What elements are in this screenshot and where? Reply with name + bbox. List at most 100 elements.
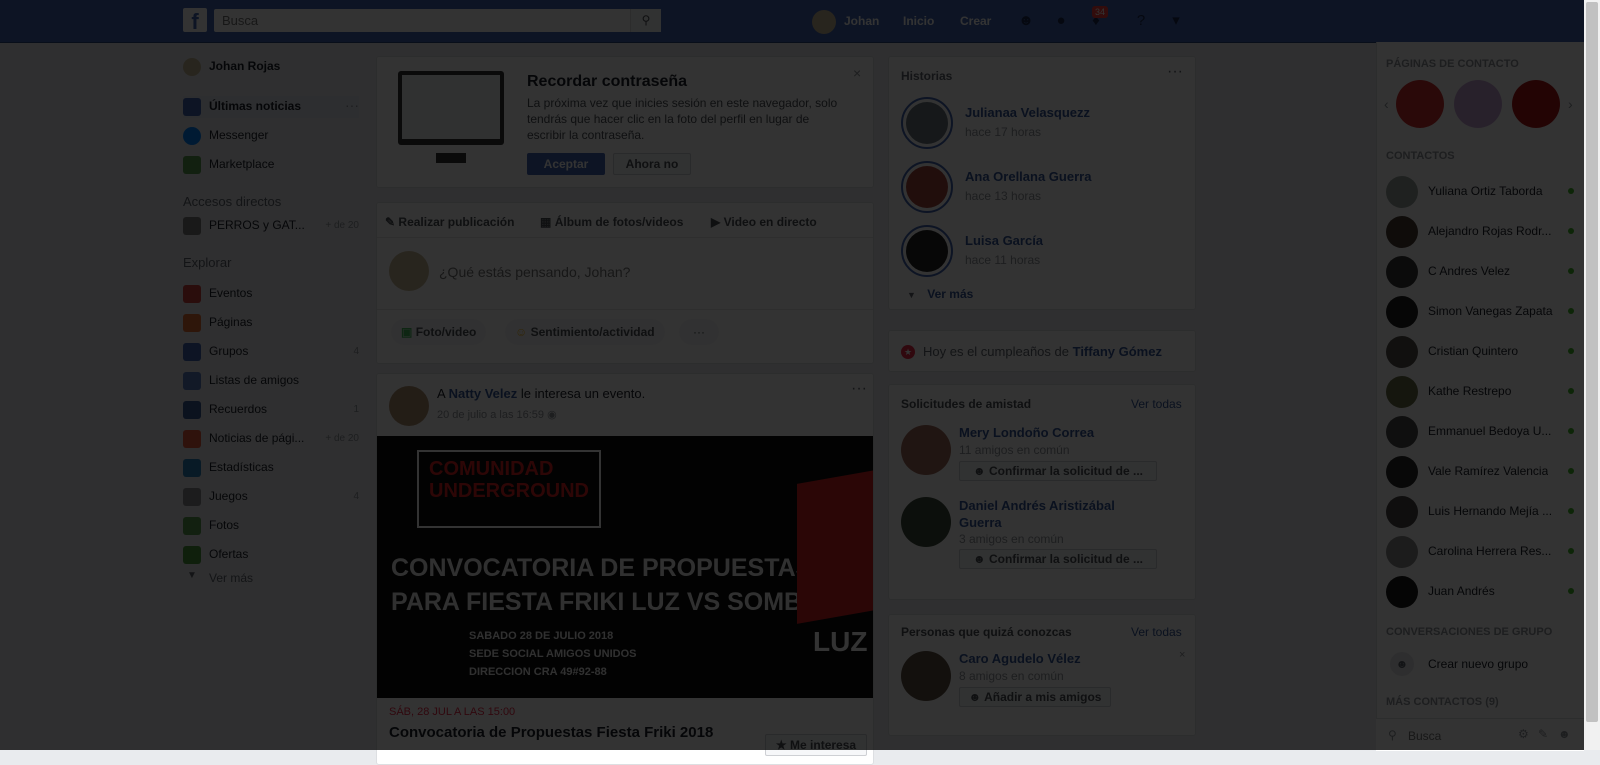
- avatar[interactable]: [901, 651, 951, 701]
- contact-page-avatar[interactable]: [1512, 80, 1560, 128]
- event-image[interactable]: COMUNIDAD UNDERGROUND CONVOCATORIA DE PR…: [377, 436, 873, 698]
- compose-icon[interactable]: ✎: [1538, 727, 1548, 741]
- story-item[interactable]: Ana Orellana Guerra hace 13 horas: [901, 161, 1091, 213]
- contact-item[interactable]: C Andres Velez: [1386, 254, 1574, 290]
- profile-link[interactable]: Johan: [844, 14, 879, 28]
- flag-icon: [183, 314, 201, 332]
- sidebar-item-label: PERROS y GAT...: [209, 218, 305, 232]
- contact-item[interactable]: Carolina Herrera Res...: [1386, 534, 1574, 570]
- tab-live-video[interactable]: ▶ Video en directo: [711, 215, 817, 229]
- create-link[interactable]: Crear: [960, 14, 991, 28]
- more-options-icon[interactable]: ···: [345, 97, 359, 113]
- confirm-request-button[interactable]: ☻ Confirmar la solicitud de ...: [959, 549, 1157, 569]
- contact-page-avatar[interactable]: [1396, 80, 1444, 128]
- group-icon[interactable]: ☻: [1558, 727, 1571, 741]
- contact-page-avatar[interactable]: [1454, 80, 1502, 128]
- search-icon[interactable]: ⚲: [630, 9, 661, 32]
- requester-name[interactable]: Mery Londoño Correa: [959, 425, 1094, 440]
- sidebar-item-explore[interactable]: Ofertas: [183, 544, 359, 566]
- friend-requests-icon[interactable]: ☻: [1016, 11, 1036, 31]
- contact-item[interactable]: Yuliana Ortiz Taborda: [1386, 174, 1574, 210]
- author-avatar[interactable]: [389, 386, 429, 426]
- chevron-left-icon[interactable]: ‹: [1384, 96, 1389, 112]
- contact-item[interactable]: Emmanuel Bedoya U...: [1386, 414, 1574, 450]
- create-group-button[interactable]: ☻ Crear nuevo grupo: [1386, 648, 1574, 678]
- messenger-icon: [183, 127, 201, 145]
- sidebar-item-explore[interactable]: Grupos 4: [183, 341, 359, 363]
- chevron-right-icon[interactable]: ›: [1568, 96, 1573, 112]
- sidebar-item-explore[interactable]: Eventos: [183, 283, 359, 305]
- interested-button[interactable]: ★ Me interesa: [765, 734, 867, 756]
- stories-see-more[interactable]: ▼ Ver más: [907, 287, 973, 301]
- requester-name[interactable]: Daniel Andrés Aristizábal Guerra: [959, 497, 1159, 531]
- sidebar-item-explore[interactable]: Estadísticas: [183, 457, 359, 479]
- post-options-icon[interactable]: ···: [851, 380, 867, 398]
- contact-item[interactable]: Cristian Quintero: [1386, 334, 1574, 370]
- contact-item[interactable]: Alejandro Rojas Rodr...: [1386, 214, 1574, 250]
- sidebar-item-explore[interactable]: Recuerdos 1: [183, 399, 359, 421]
- sidebar-item-explore[interactable]: Fotos: [183, 515, 359, 537]
- scrollbar-thumb[interactable]: [1586, 2, 1598, 722]
- help-icon[interactable]: ?: [1131, 11, 1151, 31]
- see-all-pymk-link[interactable]: Ver todas: [1131, 625, 1182, 639]
- event-graphic: [797, 468, 873, 624]
- birthday-name-link[interactable]: Tiffany Gómez: [1073, 344, 1162, 359]
- stories-options-icon[interactable]: ···: [1167, 63, 1183, 81]
- status-input[interactable]: [437, 259, 841, 285]
- photo-video-button[interactable]: ▣ Foto/video: [391, 319, 487, 345]
- story-item[interactable]: Julianaa Velasquezz hace 17 horas: [901, 97, 1090, 149]
- online-status-dot: [1568, 468, 1574, 474]
- profile-shortcut[interactable]: Johan Rojas: [183, 56, 359, 78]
- facebook-logo[interactable]: f: [183, 8, 207, 32]
- post-header: A Natty Velez le interesa un evento.: [437, 386, 645, 401]
- chat-search-input[interactable]: [1406, 725, 1510, 747]
- album-icon: ▦: [540, 215, 552, 229]
- tab-photo-album[interactable]: ▦ Álbum de fotos/videos: [540, 215, 683, 229]
- confirm-request-button[interactable]: ☻ Confirmar la solicitud de ...: [959, 461, 1157, 481]
- tab-create-post[interactable]: ✎ Realizar publicación: [385, 215, 514, 229]
- profile-avatar[interactable]: [812, 10, 836, 34]
- contact-item[interactable]: Luis Hernando Mejía ...: [1386, 494, 1574, 530]
- sidebar-item-messenger[interactable]: Messenger: [183, 125, 359, 147]
- sidebar-item-shortcut[interactable]: PERROS y GAT... + de 20: [183, 215, 359, 237]
- search-input[interactable]: [214, 9, 630, 32]
- see-more-link[interactable]: ▼ Ver más: [183, 568, 359, 590]
- messenger-icon[interactable]: ●: [1051, 11, 1071, 31]
- gear-icon[interactable]: ⚙: [1518, 727, 1529, 741]
- birthday-text: Hoy es el cumpleaños de Tiffany Gómez: [923, 344, 1162, 359]
- suggested-name[interactable]: Caro Agudelo Vélez: [959, 651, 1081, 666]
- contact-item[interactable]: Vale Ramírez Valencia: [1386, 454, 1574, 490]
- sidebar-item-marketplace[interactable]: Marketplace: [183, 154, 359, 176]
- search-box: ⚲: [214, 9, 661, 32]
- sidebar-item-explore[interactable]: Noticias de pági... + de 20: [183, 428, 359, 450]
- close-icon[interactable]: ×: [1179, 649, 1185, 661]
- sidebar-item-explore[interactable]: Juegos 4: [183, 486, 359, 508]
- sidebar-item-explore[interactable]: Páginas: [183, 312, 359, 334]
- story-item[interactable]: Luisa García hace 11 horas: [901, 225, 1043, 277]
- close-icon[interactable]: ×: [853, 65, 861, 81]
- accept-button[interactable]: Aceptar: [527, 153, 605, 175]
- contact-name: Kathe Restrepo: [1428, 384, 1512, 398]
- scrollbar[interactable]: [1584, 0, 1600, 750]
- button-label: Sentimiento/actividad: [530, 325, 655, 339]
- post-date[interactable]: 20 de julio a las 16:59: [437, 409, 544, 421]
- more-options-icon[interactable]: ···: [679, 319, 719, 345]
- sidebar-item-label: Eventos: [209, 286, 253, 300]
- not-now-button[interactable]: Ahora no: [613, 153, 691, 175]
- avatar[interactable]: [901, 497, 951, 547]
- add-friend-button[interactable]: ☻ Añadir a mis amigos: [959, 687, 1111, 707]
- contact-item[interactable]: Kathe Restrepo: [1386, 374, 1574, 410]
- event-title[interactable]: Convocatoria de Propuestas Fiesta Friki …: [389, 724, 713, 741]
- see-all-requests-link[interactable]: Ver todas: [1131, 397, 1182, 411]
- contact-item[interactable]: Simon Vanegas Zapata: [1386, 294, 1574, 330]
- mutual-friends: 3 amigos en común: [959, 532, 1064, 546]
- post-author-link[interactable]: Natty Velez: [449, 386, 518, 401]
- chevron-down-icon[interactable]: ▾: [1166, 11, 1186, 31]
- avatar[interactable]: [901, 425, 951, 475]
- sidebar-item-explore[interactable]: Listas de amigos: [183, 370, 359, 392]
- sidebar-item-news-feed[interactable]: Últimas noticias ···: [183, 96, 359, 118]
- feeling-activity-button[interactable]: ☺ Sentimiento/actividad: [505, 319, 665, 345]
- avatar: [1386, 376, 1418, 408]
- home-link[interactable]: Inicio: [903, 14, 934, 28]
- contact-item[interactable]: Juan Andrés: [1386, 574, 1574, 610]
